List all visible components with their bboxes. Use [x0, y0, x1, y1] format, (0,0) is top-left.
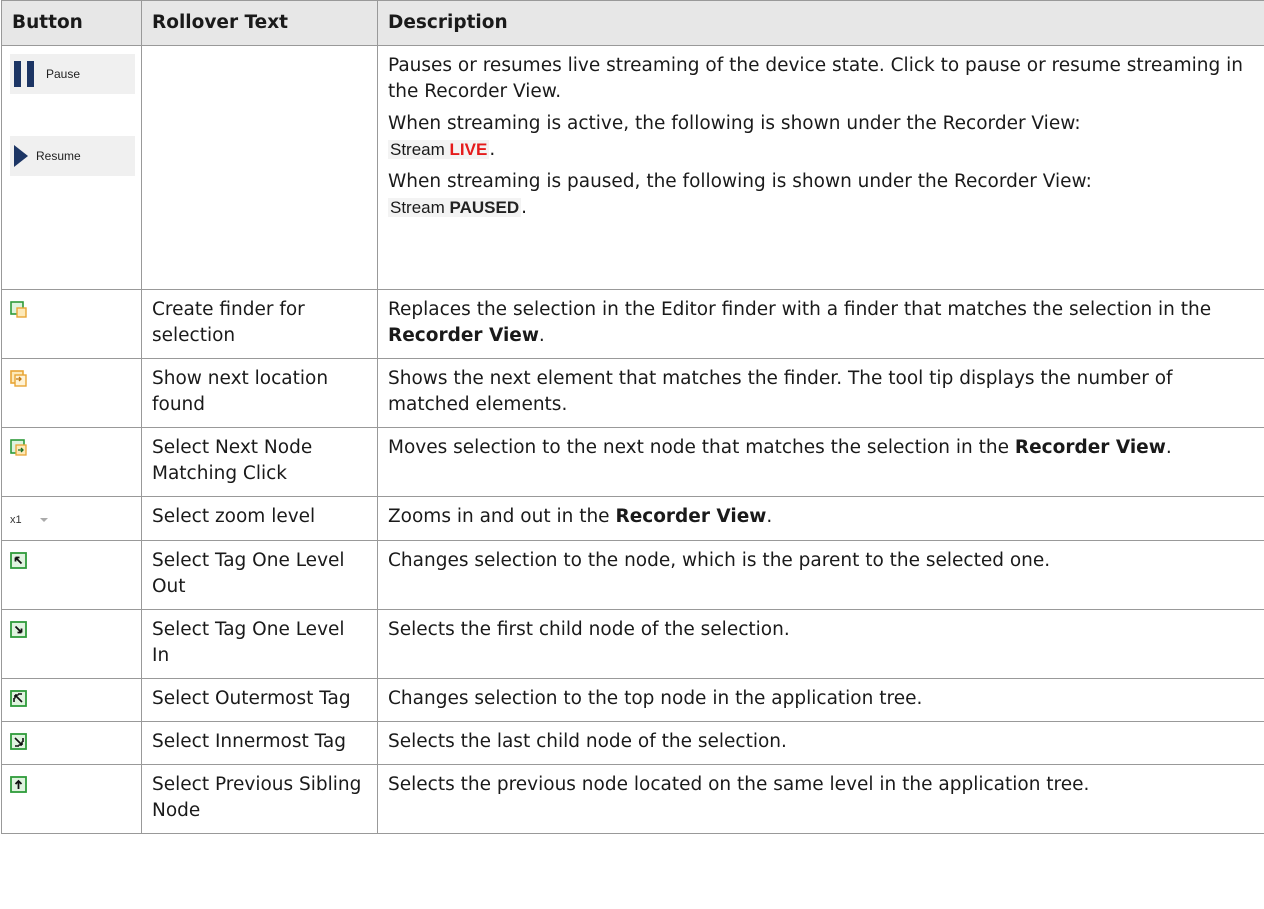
next-location-icon[interactable] [10, 370, 27, 387]
rollover-cell: Select Outermost Tag [141, 678, 378, 722]
description-bold: Recorder View [388, 325, 539, 346]
button-cell [1, 358, 142, 428]
zoom-value: x1 [10, 514, 22, 526]
description-cell: Shows the next element that matches the … [377, 358, 1264, 428]
stream-word: Stream [390, 198, 445, 217]
description-cell: Zooms in and out in the Recorder View. [377, 496, 1264, 541]
column-header-description: Description [377, 0, 1264, 46]
toolbar-buttons-table: Button Rollover Text Description Pause R… [1, 0, 1264, 834]
innermost-icon[interactable] [10, 733, 27, 750]
button-cell [1, 427, 142, 497]
period: . [521, 197, 528, 218]
column-header-button: Button [1, 0, 142, 46]
button-cell [1, 721, 142, 765]
description-text: Shows the next element that matches the … [388, 368, 1173, 415]
table-row: Select Tag One Level Out Changes selecti… [1, 540, 1264, 610]
description-text: Selects the previous node located on the… [388, 774, 1090, 795]
chevron-down-icon [39, 518, 48, 522]
description-text: When streaming is paused, the following … [388, 169, 1254, 221]
level-out-icon[interactable] [10, 552, 27, 569]
description-text: Replaces the selection in the Editor fin… [388, 299, 1212, 320]
description-text: Moves selection to the next node that ma… [388, 437, 1015, 458]
button-cell [1, 764, 142, 834]
description-bold: Recorder View [615, 506, 767, 527]
description-cell: Selects the first child node of the sele… [377, 609, 1264, 679]
button-cell: x1 [1, 496, 142, 541]
live-word: LIVE [449, 140, 488, 159]
pause-icon [14, 61, 40, 87]
pause-button[interactable]: Pause [10, 54, 135, 94]
description-bold: Recorder View [1014, 437, 1166, 458]
next-node-icon[interactable] [10, 439, 27, 456]
description-text: Changes selection to the node, which is … [388, 550, 1051, 571]
stream-word: Stream [390, 140, 445, 159]
outermost-icon[interactable] [10, 690, 27, 707]
rollover-cell: Select Tag One Level In [141, 609, 378, 679]
table-row: x1 Select zoom level Zooms in and out in… [1, 496, 1264, 541]
table-row-pause-resume: Pause Resume Pauses or resumes live stre… [1, 45, 1264, 290]
button-cell [1, 678, 142, 722]
description-text: . [766, 506, 773, 527]
table-row: Select Innermost Tag Selects the last ch… [1, 721, 1264, 765]
button-cell: Pause Resume [1, 45, 142, 290]
description-cell: Changes selection to the node, which is … [377, 540, 1264, 610]
rollover-cell: Show next location found [141, 358, 378, 428]
rollover-cell: Select Innermost Tag [141, 721, 378, 765]
table-row: Show next location found Shows the next … [1, 358, 1264, 428]
description-text: Changes selection to the top node in the… [388, 688, 923, 709]
description-cell: Selects the last child node of the selec… [377, 721, 1264, 765]
description-text: Pauses or resumes live streaming of the … [388, 55, 1243, 102]
previous-sibling-icon[interactable] [10, 776, 27, 793]
period: . [489, 139, 496, 160]
stream-live-status: Stream LIVE [388, 140, 490, 159]
description-text: When streaming is active, the following … [388, 111, 1254, 163]
rollover-cell: Select Tag One Level Out [141, 540, 378, 610]
button-cell [1, 540, 142, 610]
resume-button-label: Resume [36, 149, 81, 163]
description-cell: Pauses or resumes live streaming of the … [377, 45, 1264, 290]
button-cell [1, 289, 142, 359]
paused-word: PAUSED [449, 198, 520, 217]
create-finder-icon[interactable] [10, 301, 27, 318]
table-header-row: Button Rollover Text Description [1, 0, 1264, 46]
table-row: Select Next Node Matching Click Moves se… [1, 427, 1264, 497]
description-text: Zooms in and out in the [388, 506, 616, 527]
description-cell: Changes selection to the top node in the… [377, 678, 1264, 722]
description-text: . [538, 325, 545, 346]
description-text-part: When streaming is paused, the following … [388, 171, 1092, 192]
rollover-cell: Create finder for selection [141, 289, 378, 359]
stream-paused-status: Stream PAUSED [388, 198, 522, 217]
rollover-cell: Select Previous Sibling Node [141, 764, 378, 834]
zoom-select[interactable]: x1 [10, 507, 48, 533]
description-text: Selects the first child node of the sele… [388, 619, 790, 640]
resume-icon [14, 145, 28, 167]
description-cell: Replaces the selection in the Editor fin… [377, 289, 1264, 359]
description-text-part: When streaming is active, the following … [388, 113, 1081, 134]
table-row: Select Outermost Tag Changes selection t… [1, 678, 1264, 722]
resume-button[interactable]: Resume [10, 136, 135, 176]
description-cell: Selects the previous node located on the… [377, 764, 1264, 834]
table-row: Create finder for selection Replaces the… [1, 289, 1264, 359]
level-in-icon[interactable] [10, 621, 27, 638]
table-row: Select Previous Sibling Node Selects the… [1, 764, 1264, 834]
pause-button-label: Pause [46, 67, 81, 81]
column-header-rollover: Rollover Text [141, 0, 378, 46]
button-cell [1, 609, 142, 679]
description-text: . [1165, 437, 1172, 458]
rollover-cell: Select zoom level [141, 496, 378, 541]
description-text: Selects the last child node of the selec… [388, 731, 787, 752]
rollover-cell: Select Next Node Matching Click [141, 427, 378, 497]
description-cell: Moves selection to the next node that ma… [377, 427, 1264, 497]
table-row: Select Tag One Level In Selects the firs… [1, 609, 1264, 679]
rollover-cell [141, 45, 378, 290]
